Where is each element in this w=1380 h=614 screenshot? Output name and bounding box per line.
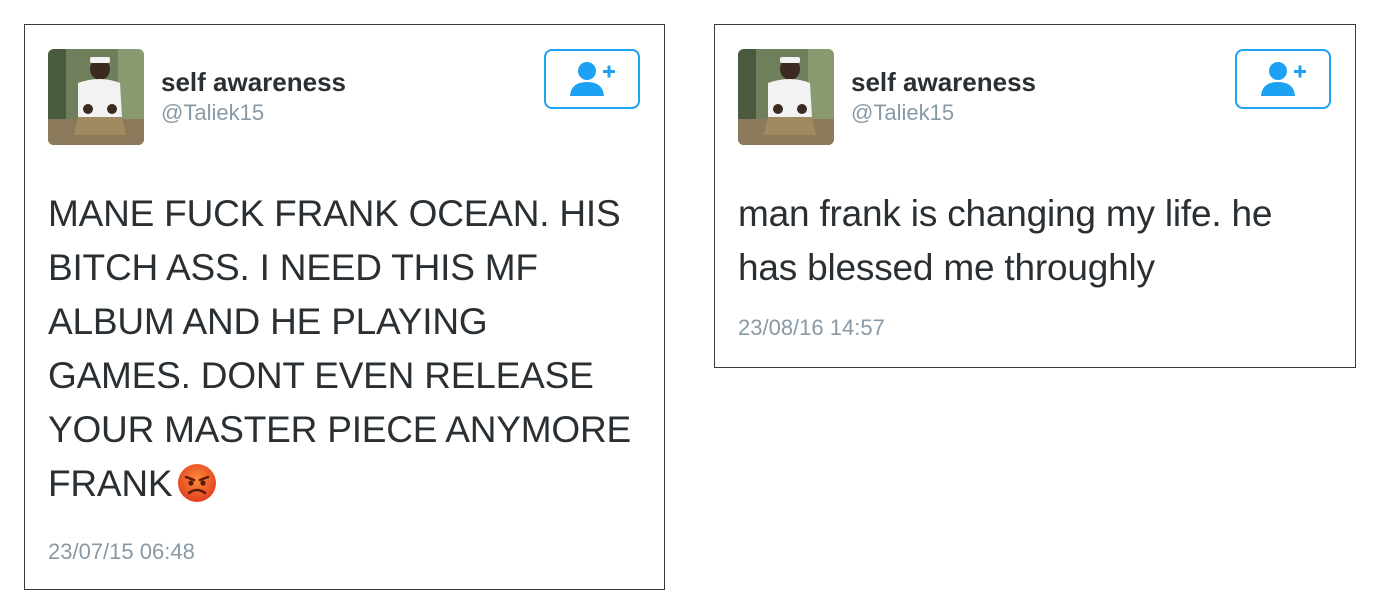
tweet-card: self awareness @Taliek15 man frank is ch… (714, 24, 1356, 368)
tweet-text-content: MANE FUCK FRANK OCEAN. HIS BITCH ASS. I … (48, 193, 631, 504)
tweet-card: self awareness @Taliek15 MANE FUCK FRANK… (24, 24, 665, 590)
angry-face-emoji (176, 462, 218, 504)
add-user-icon (570, 62, 615, 96)
avatar[interactable] (738, 49, 834, 145)
add-user-icon (1261, 62, 1306, 96)
tweet-timestamp[interactable]: 23/07/15 06:48 (48, 539, 195, 565)
display-name[interactable]: self awareness (161, 67, 346, 98)
display-name[interactable]: self awareness (851, 67, 1036, 98)
follow-button[interactable] (544, 49, 640, 109)
avatar[interactable] (48, 49, 144, 145)
tweet-timestamp[interactable]: 23/08/16 14:57 (738, 315, 885, 341)
tweet-text: MANE FUCK FRANK OCEAN. HIS BITCH ASS. I … (48, 187, 634, 511)
user-handle[interactable]: @Taliek15 (851, 100, 954, 126)
follow-button[interactable] (1235, 49, 1331, 109)
user-handle[interactable]: @Taliek15 (161, 100, 264, 126)
tweet-text: man frank is changing my life. he has bl… (738, 187, 1325, 295)
tweet-text-content: man frank is changing my life. he has bl… (738, 193, 1273, 288)
